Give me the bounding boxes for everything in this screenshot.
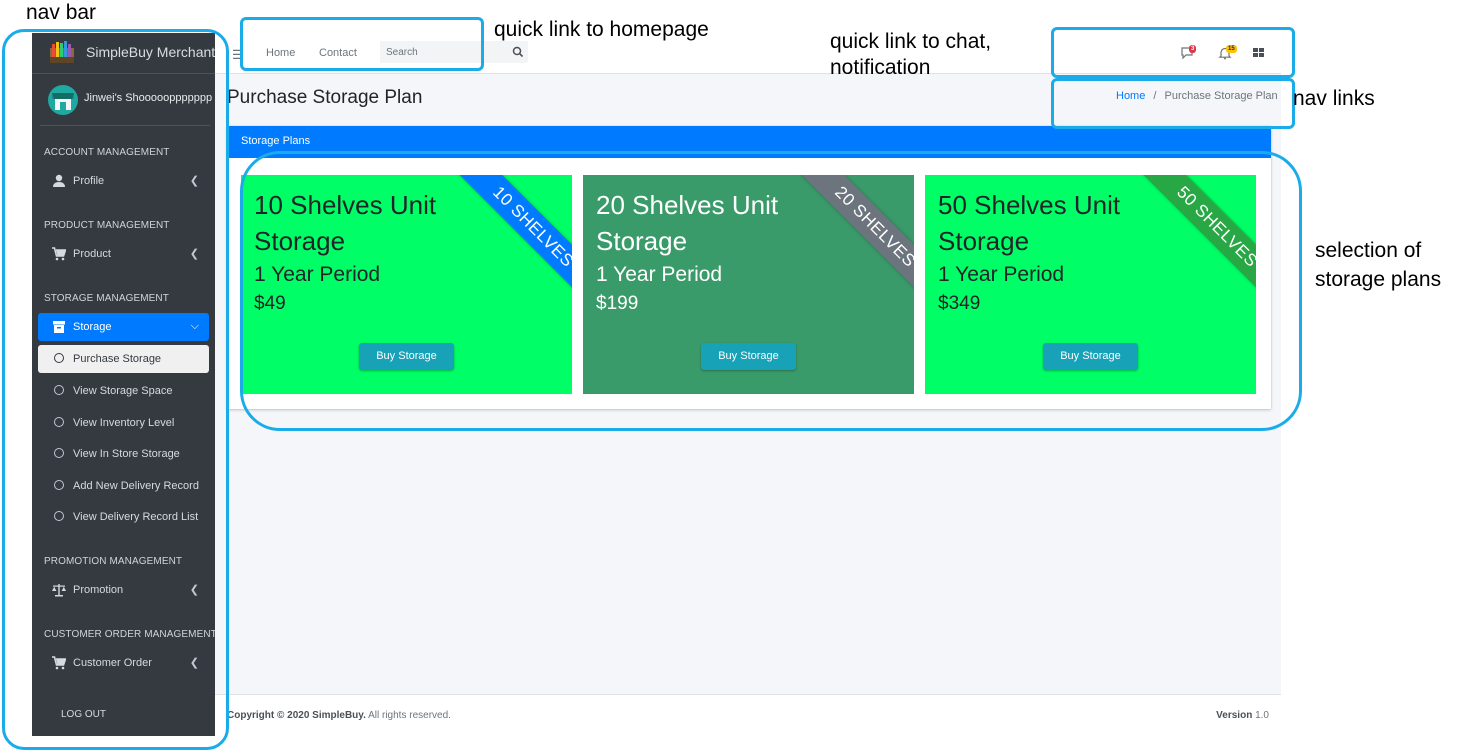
version-value: 1.0 (1252, 710, 1269, 721)
annotation-storage-plans-label-2: storage plans (1315, 268, 1442, 291)
copyright-text: Copyright © 2020 SimpleBuy. All rights r… (227, 710, 451, 721)
search-icon (512, 46, 524, 58)
version-text: Version 1.0 (1216, 710, 1269, 721)
annotation-nav-bar-label: nav bar (26, 1, 97, 24)
annotation-chat-box (1051, 27, 1295, 78)
annotation-nav-bar-box (2, 29, 229, 750)
card-title: Storage Plans (241, 135, 311, 147)
annotation-nav-links-box (1051, 78, 1295, 129)
annotation-chat-label-2: notification (830, 56, 931, 79)
copyright-bold: Copyright © 2020 SimpleBuy. (227, 710, 366, 721)
page-title: Purchase Storage Plan (227, 87, 423, 108)
annotation-homepage-label: quick link to homepage (494, 18, 709, 41)
version-label: Version (1216, 710, 1253, 721)
annotation-chat-label-1: quick link to chat, (830, 30, 992, 53)
copyright-rest: All rights reserved. (365, 710, 451, 721)
main-footer: Copyright © 2020 SimpleBuy. All rights r… (215, 694, 1281, 737)
annotation-nav-links-label: nav links (1293, 87, 1375, 110)
annotation-homepage-box (240, 17, 484, 71)
annotation-storage-plans-label-1: selection of (1315, 239, 1422, 262)
search-button[interactable] (508, 41, 528, 63)
annotation-storage-plans-box (240, 151, 1302, 431)
